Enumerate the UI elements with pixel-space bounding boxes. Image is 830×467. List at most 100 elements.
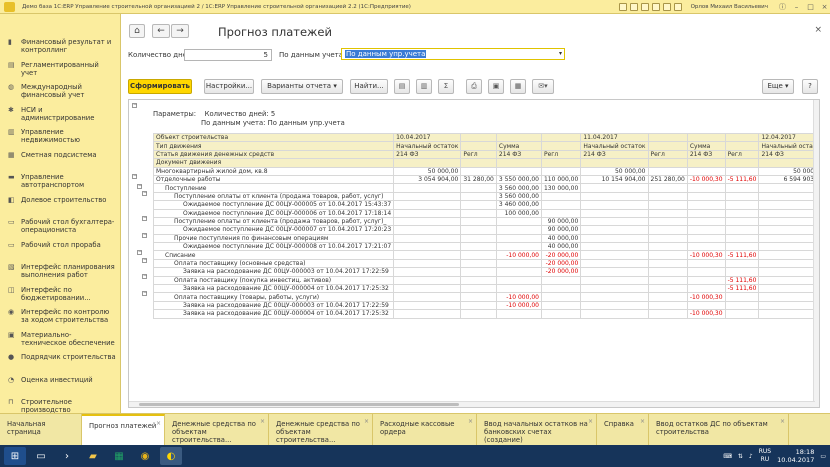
value-cell[interactable] xyxy=(647,216,688,227)
value-cell[interactable] xyxy=(647,267,688,277)
sidebar-item[interactable]: ● Подрядчик строительства xyxy=(0,351,120,373)
header-cell[interactable]: 214 ФЗ xyxy=(758,149,819,160)
powershell-icon[interactable]: › xyxy=(56,447,78,465)
value-cell[interactable]: 3 560 000,00 xyxy=(495,183,542,193)
value-cell[interactable] xyxy=(393,233,462,244)
value-cell[interactable] xyxy=(460,208,497,218)
value-cell[interactable] xyxy=(540,292,582,302)
value-cell[interactable] xyxy=(580,216,649,227)
value-cell[interactable] xyxy=(758,284,819,294)
calendar-icon[interactable] xyxy=(673,3,682,11)
sidebar-item[interactable]: ◫ Интерфейс по бюджетировании... xyxy=(0,284,120,306)
value-cell[interactable] xyxy=(460,300,497,311)
collapse-group-icon[interactable]: − xyxy=(142,291,147,296)
value-cell[interactable]: -10 000,00 xyxy=(495,300,542,311)
value-cell[interactable] xyxy=(495,258,542,269)
value-cell[interactable] xyxy=(580,300,649,311)
copy-icon[interactable]: ▤ xyxy=(394,79,410,94)
vertical-scrollbar[interactable] xyxy=(813,100,819,407)
folder-icon[interactable]: ▰ xyxy=(82,447,104,465)
row-label-cell[interactable]: Ожидаемое поступление ДС 00ЦУ-000005 от … xyxy=(152,200,395,210)
value-cell[interactable] xyxy=(686,216,726,227)
history-icon[interactable] xyxy=(629,3,638,11)
chevron-down-icon[interactable]: ▾ xyxy=(559,49,562,59)
value-cell[interactable] xyxy=(460,267,497,277)
header-cell[interactable]: Начальный остаток xyxy=(393,141,462,151)
value-cell[interactable]: 90 000,00 xyxy=(540,216,582,227)
close-tab-icon[interactable]: × xyxy=(640,418,645,426)
header-cell[interactable] xyxy=(580,158,649,168)
back-button[interactable]: ← xyxy=(152,24,170,38)
report-spreadsheet[interactable]: − − − − − − − − − − Параметры: Количество дней: 5… xyxy=(128,99,820,408)
value-cell[interactable]: 100 000,00 xyxy=(495,208,542,218)
sidebar-item[interactable]: ▦ Сметная подсистема xyxy=(0,149,120,171)
forward-button[interactable]: → xyxy=(171,24,189,38)
sidebar-item[interactable]: ◔ Оценка инвестиций xyxy=(0,374,120,396)
value-cell[interactable] xyxy=(758,208,819,218)
header-cell[interactable] xyxy=(686,132,726,143)
notifications-icon[interactable]: ▭ xyxy=(820,453,826,460)
header-cell[interactable] xyxy=(724,141,760,151)
value-cell[interactable]: 50 000,00 xyxy=(393,166,462,176)
header-cell[interactable]: 214 ФЗ xyxy=(686,149,726,160)
value-cell[interactable] xyxy=(495,233,542,244)
row-label-cell[interactable]: Поступление оплаты от клиента (продажа т… xyxy=(152,191,395,202)
value-cell[interactable] xyxy=(495,267,542,277)
header-cell[interactable]: Регл xyxy=(647,149,688,160)
header-cell[interactable] xyxy=(540,132,582,143)
language-indicator[interactable]: RUS xyxy=(759,448,771,456)
value-cell[interactable]: 251 280,00 xyxy=(647,174,688,185)
value-cell[interactable] xyxy=(393,200,462,210)
value-cell[interactable] xyxy=(758,292,819,302)
value-cell[interactable] xyxy=(686,242,726,252)
value-cell[interactable] xyxy=(580,200,649,210)
value-cell[interactable] xyxy=(647,183,688,193)
save-icon[interactable]: ▦ xyxy=(510,79,526,94)
value-cell[interactable] xyxy=(580,292,649,302)
header-cell[interactable] xyxy=(724,158,760,168)
value-cell[interactable] xyxy=(393,300,462,311)
header-cell[interactable]: 11.04.2017 xyxy=(580,132,649,143)
sidebar-item[interactable]: ▥ Управление недвижимостью xyxy=(0,126,120,148)
value-cell[interactable] xyxy=(580,250,649,260)
value-cell[interactable] xyxy=(758,191,819,202)
value-cell[interactable] xyxy=(580,309,649,319)
value-cell[interactable]: 40 000,00 xyxy=(540,242,582,252)
value-cell[interactable]: 40 000,00 xyxy=(540,233,582,244)
sidebar-item[interactable]: ◉ Интерфейс по контролю за ходом строител… xyxy=(0,306,120,328)
value-cell[interactable]: -20 000,00 xyxy=(540,258,582,269)
header-cell[interactable]: 214 ФЗ xyxy=(580,149,649,160)
value-cell[interactable] xyxy=(460,200,497,210)
header-cell[interactable]: 214 ФЗ xyxy=(393,149,462,160)
horizontal-scrollbar[interactable] xyxy=(129,401,815,407)
row-grouping-outline[interactable]: − − − − − − − − − − xyxy=(129,100,153,407)
scroll-thumb[interactable] xyxy=(139,403,459,406)
close-tab-icon[interactable]: × xyxy=(468,418,473,426)
value-cell[interactable] xyxy=(580,242,649,252)
header-cell[interactable] xyxy=(647,141,688,151)
sidebar-item[interactable]: ▣ Материально-техническое обеспечение xyxy=(0,329,120,351)
sidebar-item[interactable]: ▬ Управление автотранспортом xyxy=(0,171,120,193)
value-cell[interactable] xyxy=(686,225,726,235)
value-cell[interactable] xyxy=(724,183,760,193)
value-cell[interactable] xyxy=(580,225,649,235)
row-label-cell[interactable]: Заявка на расходование ДС 00ЦУ-000004 от… xyxy=(152,309,395,319)
value-cell[interactable] xyxy=(460,284,497,294)
value-cell[interactable] xyxy=(758,225,819,235)
header-cell[interactable]: Сумма xyxy=(495,141,542,151)
value-cell[interactable] xyxy=(686,258,726,269)
row-label-cell[interactable]: Ожидаемое поступление ДС 00ЦУ-000007 от … xyxy=(152,225,395,235)
header-cell[interactable] xyxy=(647,158,688,168)
value-cell[interactable]: 3 460 000,00 xyxy=(495,200,542,210)
row-label-cell[interactable]: Оплата поставщику (товары, работы, услуг… xyxy=(152,292,395,302)
window-tab[interactable]: Прогноз платежей × xyxy=(82,414,165,445)
value-cell[interactable] xyxy=(460,216,497,227)
collapse-group-icon[interactable]: − xyxy=(137,184,142,189)
window-tab[interactable]: Ввод начальных остатков на банковских сч… xyxy=(477,414,597,445)
value-cell[interactable] xyxy=(393,250,462,260)
sidebar-item[interactable]: ▮ Финансовый результат и контроллинг xyxy=(0,36,120,58)
value-cell[interactable] xyxy=(647,284,688,294)
value-cell[interactable] xyxy=(540,166,582,176)
value-cell[interactable] xyxy=(724,258,760,269)
value-cell[interactable]: 6 594 903,70 xyxy=(758,174,819,185)
